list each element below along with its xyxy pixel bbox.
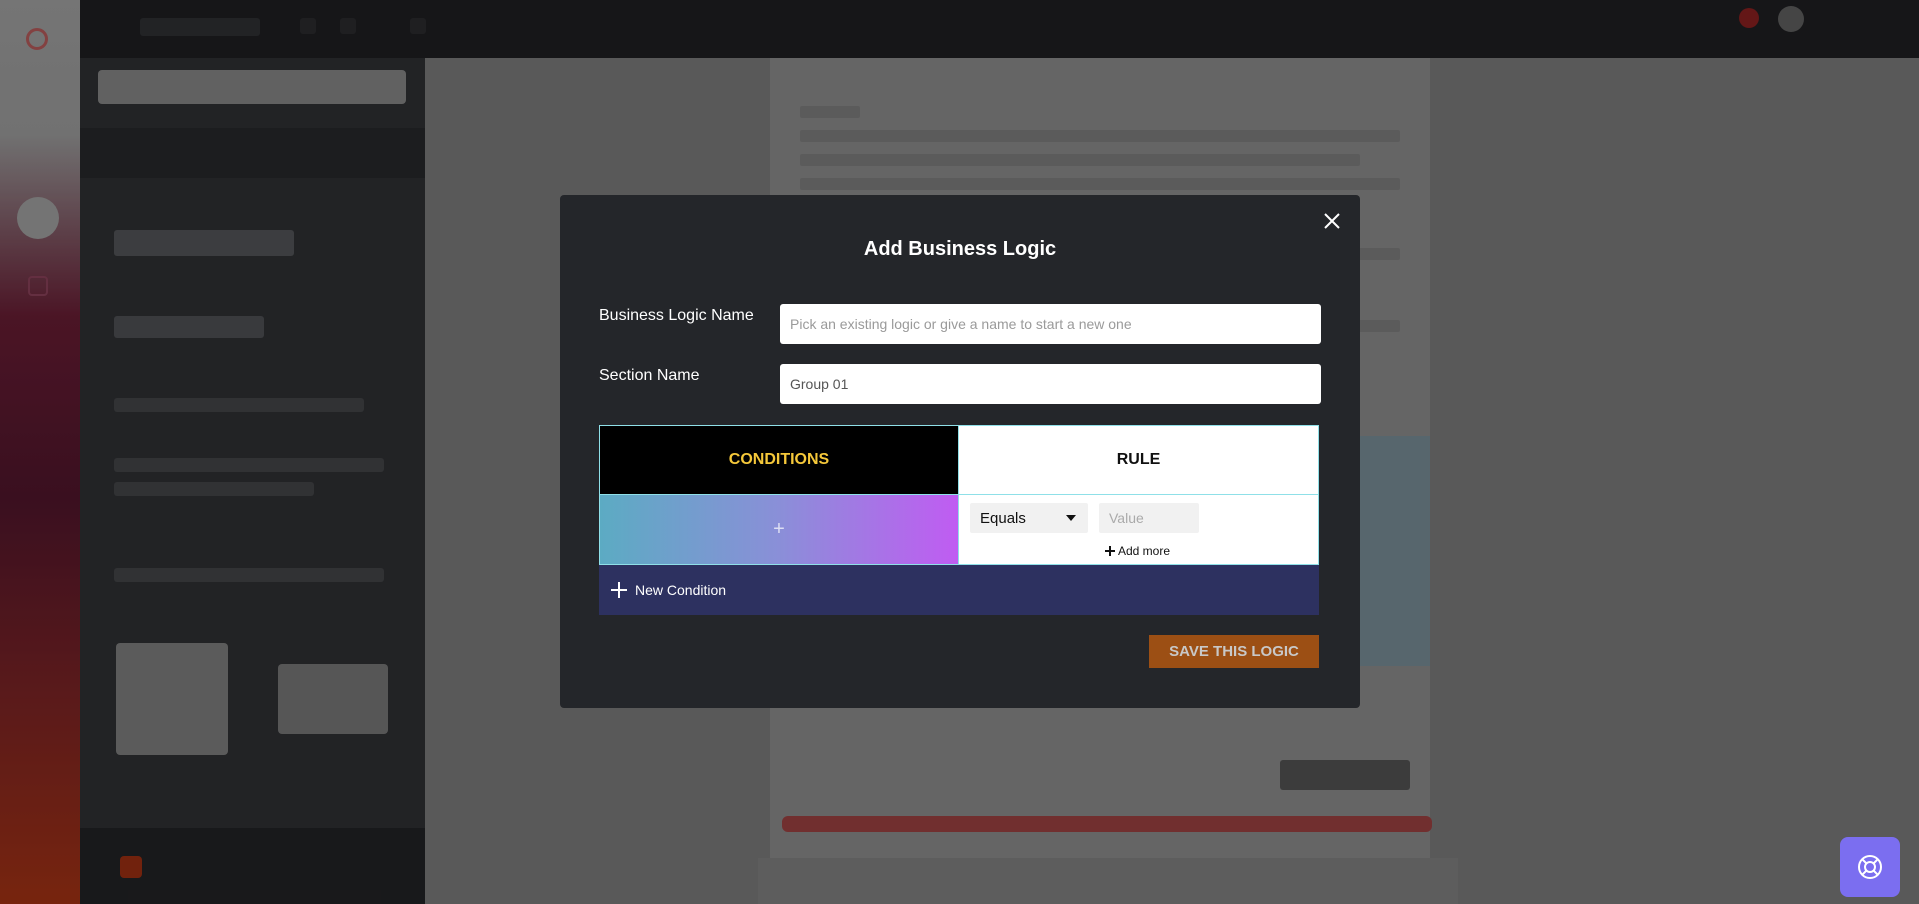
rule-cell: Equals Add more (959, 495, 1319, 565)
new-condition-button[interactable]: New Condition (599, 565, 1319, 615)
tab-rule[interactable]: RULE (959, 425, 1319, 495)
section-name-input[interactable] (780, 364, 1321, 404)
add-more-label: Add more (1118, 544, 1171, 558)
value-input[interactable] (1099, 503, 1199, 533)
tab-conditions[interactable]: CONDITIONS (599, 425, 959, 495)
logic-table: CONDITIONS RULE + Equals Add more (599, 425, 1319, 565)
operator-select[interactable]: Equals (970, 503, 1088, 533)
add-condition-drop-area[interactable]: + (599, 495, 959, 565)
plus-icon (1105, 546, 1115, 556)
tab-rule-label: RULE (1116, 451, 1161, 468)
plus-icon: + (773, 518, 785, 540)
tab-conditions-label: CONDITIONS (728, 451, 830, 468)
add-more-button[interactable]: Add more (1105, 544, 1170, 558)
add-business-logic-modal: Add Business Logic Business Logic Name S… (560, 195, 1360, 708)
help-lifebuoy-icon (1858, 855, 1882, 879)
modal-title: Add Business Logic (863, 238, 1057, 260)
section-name-label: Section Name (599, 367, 700, 384)
caret-down-icon (1066, 515, 1076, 521)
business-logic-name-input[interactable] (780, 304, 1321, 344)
close-icon[interactable] (1320, 209, 1344, 233)
business-logic-name-label: Business Logic Name (599, 307, 754, 324)
new-condition-label: New Condition (635, 582, 727, 598)
plus-icon (611, 582, 627, 598)
save-logic-button[interactable]: SAVE THIS LOGIC (1149, 635, 1319, 668)
operator-selected-value: Equals (980, 509, 1026, 527)
close-icon-glyph (1324, 213, 1340, 229)
help-button[interactable] (1840, 837, 1900, 897)
